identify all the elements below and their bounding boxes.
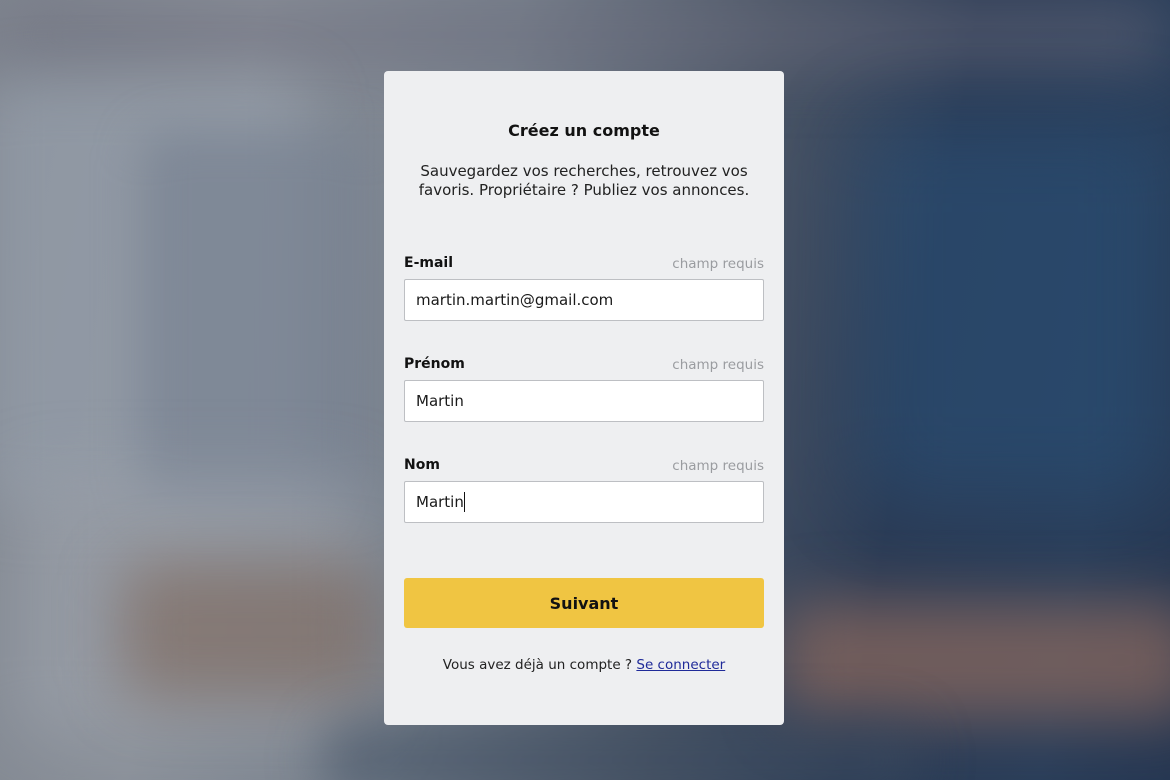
first-name-input[interactable]: Martin xyxy=(404,380,764,422)
first-name-required-hint: champ requis xyxy=(672,357,764,373)
first-name-label: Prénom xyxy=(404,356,465,372)
form-title: Créez un compte xyxy=(508,121,660,140)
signup-card: Créez un compte Sauvegardez vos recherch… xyxy=(384,71,784,725)
login-prompt-text: Vous avez déjà un compte ? xyxy=(442,657,633,673)
last-name-value: Martin xyxy=(416,493,464,511)
form-subtitle: Sauvegardez vos recherches, retrouvez vo… xyxy=(418,162,750,199)
login-link[interactable]: Se connecter xyxy=(636,657,725,673)
email-value: martin.martin@gmail.com xyxy=(416,291,614,309)
last-name-input[interactable]: Martin xyxy=(404,481,764,523)
first-name-value: Martin xyxy=(416,392,464,410)
text-caret xyxy=(463,492,465,512)
email-label: E-mail xyxy=(404,255,454,271)
last-name-label: Nom xyxy=(404,457,440,473)
email-required-hint: champ requis xyxy=(672,256,764,272)
login-prompt: Vous avez déjà un compte ? Se connecter xyxy=(384,657,784,673)
next-button[interactable]: Suivant xyxy=(404,578,764,628)
last-name-required-hint: champ requis xyxy=(672,458,764,474)
email-input[interactable]: martin.martin@gmail.com xyxy=(404,279,764,321)
